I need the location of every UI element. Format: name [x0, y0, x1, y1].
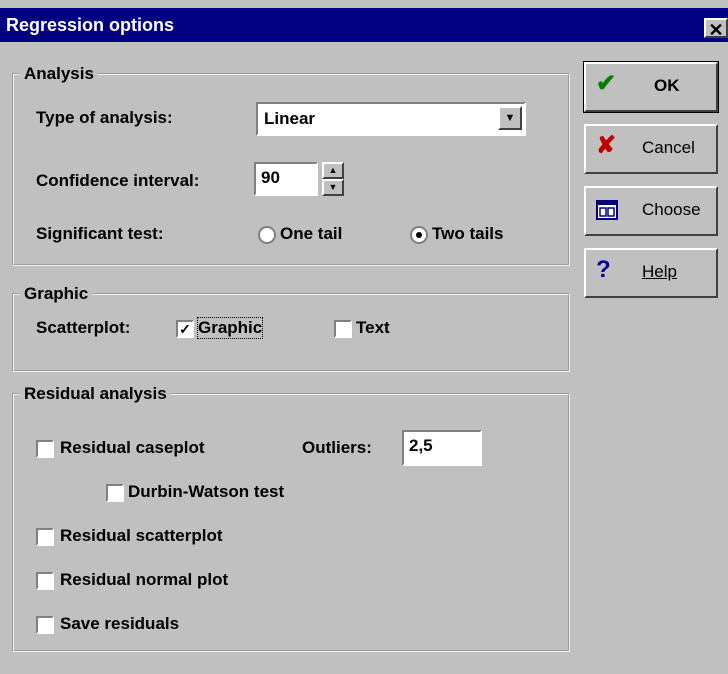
outliers-label: Outliers:: [302, 438, 372, 457]
text-checkbox[interactable]: [334, 320, 352, 338]
durbin-watson-checkbox[interactable]: [106, 484, 124, 502]
window-icon-svg: [596, 200, 618, 220]
x-icon: ✘: [596, 132, 617, 159]
window-title: Regression options: [6, 15, 175, 35]
residual-scatterplot-label[interactable]: Residual scatterplot: [60, 526, 223, 546]
spin-down-icon[interactable]: ▼: [322, 179, 344, 196]
check-icon: ✔: [596, 70, 617, 97]
type-of-analysis-value: Linear: [264, 109, 316, 128]
analysis-legend: Analysis: [24, 64, 94, 83]
graphic-legend: Graphic: [24, 284, 89, 303]
type-of-analysis-label: Type of analysis:: [36, 108, 173, 127]
ok-button[interactable]: ✔ OK: [583, 61, 719, 113]
choose-button[interactable]: Choose: [584, 186, 718, 236]
save-residuals-label[interactable]: Save residuals: [60, 614, 179, 634]
residual-normal-plot-label[interactable]: Residual normal plot: [60, 570, 228, 590]
radio-selected-dot: [416, 232, 422, 238]
question-icon: ?: [596, 256, 611, 283]
cancel-button[interactable]: ✘ Cancel: [584, 124, 718, 174]
residual-analysis-legend: Residual analysis: [24, 384, 167, 403]
two-tails-label[interactable]: Two tails: [432, 224, 503, 244]
confidence-interval-label: Confidence interval:: [36, 171, 200, 190]
close-button[interactable]: ✕: [704, 18, 728, 40]
one-tail-label[interactable]: One tail: [280, 224, 342, 244]
residual-caseplot-checkbox[interactable]: [36, 440, 54, 458]
graphic-checkbox[interactable]: ✓: [176, 320, 194, 338]
residual-normal-plot-checkbox[interactable]: [36, 572, 54, 590]
help-label: Help: [642, 262, 677, 281]
scatterplot-label: Scatterplot:: [36, 318, 131, 337]
graphic-option-label[interactable]: Graphic: [196, 317, 264, 339]
help-button[interactable]: ? Help: [584, 248, 718, 298]
cancel-label: Cancel: [642, 138, 695, 157]
durbin-watson-label[interactable]: Durbin-Watson test: [128, 482, 284, 502]
two-tails-radio[interactable]: [410, 226, 428, 244]
confidence-interval-spinner[interactable]: ▲ ▼: [322, 162, 344, 196]
choose-label: Choose: [642, 200, 701, 219]
title-bar: Regression options ✕: [0, 8, 728, 42]
residual-scatterplot-checkbox[interactable]: [36, 528, 54, 546]
one-tail-radio[interactable]: [258, 226, 276, 244]
dropdown-arrow-icon[interactable]: ▼: [498, 106, 522, 130]
confidence-interval-input[interactable]: 90: [254, 162, 318, 196]
residual-caseplot-label[interactable]: Residual caseplot: [60, 438, 205, 458]
window-icon: [596, 200, 618, 226]
save-residuals-checkbox[interactable]: [36, 616, 54, 634]
type-of-analysis-dropdown[interactable]: Linear ▼: [256, 102, 526, 136]
significant-test-label: Significant test:: [36, 224, 164, 243]
residual-analysis-group: Residual analysis: [12, 384, 570, 652]
outliers-input[interactable]: 2,5: [402, 430, 482, 466]
text-option-label[interactable]: Text: [356, 318, 390, 338]
spin-up-icon[interactable]: ▲: [322, 162, 344, 179]
ok-label: OK: [654, 76, 680, 95]
